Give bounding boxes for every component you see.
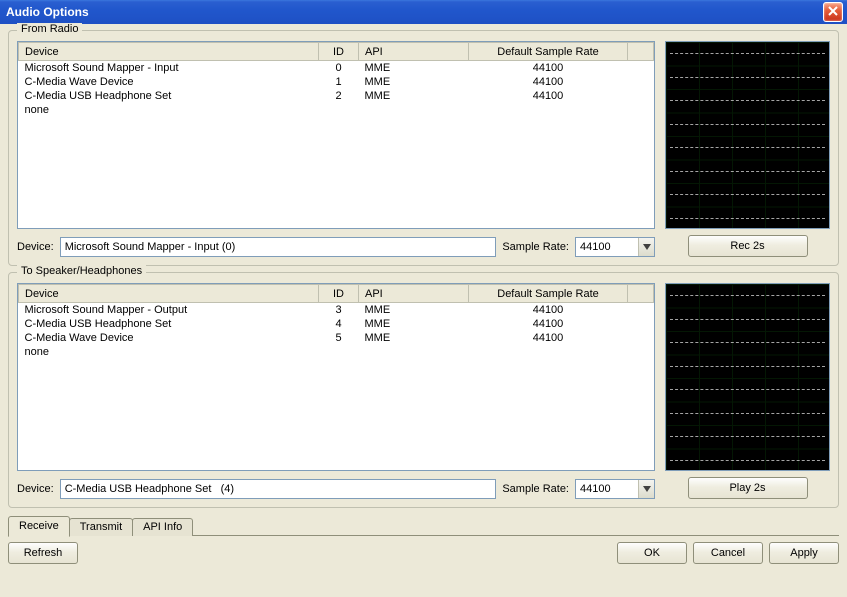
col-rate[interactable]: Default Sample Rate bbox=[469, 285, 628, 303]
cell-id: 0 bbox=[319, 61, 359, 76]
cell-api: MME bbox=[359, 75, 469, 89]
close-icon bbox=[828, 5, 838, 19]
tab-receive[interactable]: Receive bbox=[8, 516, 70, 537]
table-row[interactable]: C-Media Wave Device1MME44100 bbox=[19, 75, 654, 89]
cell-pad bbox=[628, 317, 654, 331]
col-pad[interactable] bbox=[628, 43, 654, 61]
cell-id: 1 bbox=[319, 75, 359, 89]
ok-button[interactable]: OK bbox=[617, 542, 687, 564]
chevron-down-icon bbox=[638, 480, 654, 498]
table-row[interactable]: C-Media USB Headphone Set4MME44100 bbox=[19, 317, 654, 331]
to-speaker-rate-value: 44100 bbox=[576, 480, 638, 498]
cell-api: MME bbox=[359, 89, 469, 103]
tab-transmit[interactable]: Transmit bbox=[69, 518, 133, 536]
window-title: Audio Options bbox=[6, 5, 89, 19]
cell-api: MME bbox=[359, 317, 469, 331]
from-radio-legend: From Radio bbox=[17, 23, 82, 35]
col-api[interactable]: API bbox=[359, 43, 469, 61]
cell-pad bbox=[628, 331, 654, 345]
from-radio-table: Device ID API Default Sample Rate Micros… bbox=[18, 42, 654, 117]
col-rate[interactable]: Default Sample Rate bbox=[469, 43, 628, 61]
close-button[interactable] bbox=[823, 2, 843, 22]
from-radio-waveform bbox=[665, 41, 830, 229]
table-row[interactable]: none bbox=[19, 345, 654, 359]
cell-rate bbox=[469, 103, 628, 117]
apply-button[interactable]: Apply bbox=[769, 542, 839, 564]
from-radio-rate-value: 44100 bbox=[576, 238, 638, 256]
chevron-down-icon bbox=[638, 238, 654, 256]
cell-rate: 44100 bbox=[469, 317, 628, 331]
cell-pad bbox=[628, 61, 654, 76]
titlebar: Audio Options bbox=[0, 0, 847, 24]
play-button[interactable]: Play 2s bbox=[688, 477, 808, 499]
cell-api: MME bbox=[359, 61, 469, 76]
to-speaker-table: Device ID API Default Sample Rate Micros… bbox=[18, 284, 654, 359]
table-row[interactable]: Microsoft Sound Mapper - Output3MME44100 bbox=[19, 303, 654, 318]
table-row[interactable]: C-Media Wave Device5MME44100 bbox=[19, 331, 654, 345]
col-id[interactable]: ID bbox=[319, 43, 359, 61]
cell-pad bbox=[628, 103, 654, 117]
cell-api bbox=[359, 103, 469, 117]
cell-id: 5 bbox=[319, 331, 359, 345]
from-radio-device-field[interactable] bbox=[60, 237, 497, 257]
cell-id bbox=[319, 103, 359, 117]
cell-device: none bbox=[19, 345, 319, 359]
cell-device: Microsoft Sound Mapper - Output bbox=[19, 303, 319, 318]
refresh-button[interactable]: Refresh bbox=[8, 542, 78, 564]
cell-pad bbox=[628, 75, 654, 89]
cell-device: C-Media Wave Device bbox=[19, 331, 319, 345]
rec-button[interactable]: Rec 2s bbox=[688, 235, 808, 257]
cell-pad bbox=[628, 345, 654, 359]
col-id[interactable]: ID bbox=[319, 285, 359, 303]
cell-pad bbox=[628, 89, 654, 103]
col-api[interactable]: API bbox=[359, 285, 469, 303]
from-radio-rate-combo[interactable]: 44100 bbox=[575, 237, 655, 257]
cell-rate: 44100 bbox=[469, 75, 628, 89]
col-device[interactable]: Device bbox=[19, 285, 319, 303]
to-speaker-group: To Speaker/Headphones Device ID API Defa… bbox=[8, 272, 839, 508]
cell-id: 4 bbox=[319, 317, 359, 331]
cell-device: C-Media Wave Device bbox=[19, 75, 319, 89]
cell-pad bbox=[628, 303, 654, 318]
cell-rate: 44100 bbox=[469, 61, 628, 76]
cell-device: C-Media USB Headphone Set bbox=[19, 317, 319, 331]
cell-api: MME bbox=[359, 331, 469, 345]
cell-api: MME bbox=[359, 303, 469, 318]
cell-rate: 44100 bbox=[469, 89, 628, 103]
to-speaker-legend: To Speaker/Headphones bbox=[17, 265, 146, 277]
cell-device: none bbox=[19, 103, 319, 117]
tabstrip: Receive Transmit API Info bbox=[8, 514, 839, 536]
cell-id bbox=[319, 345, 359, 359]
to-speaker-rate-label: Sample Rate: bbox=[502, 483, 569, 495]
table-row[interactable]: none bbox=[19, 103, 654, 117]
cell-id: 3 bbox=[319, 303, 359, 318]
to-speaker-waveform bbox=[665, 283, 830, 471]
col-device[interactable]: Device bbox=[19, 43, 319, 61]
tab-api-info[interactable]: API Info bbox=[132, 518, 193, 536]
to-speaker-device-list[interactable]: Device ID API Default Sample Rate Micros… bbox=[17, 283, 655, 471]
cell-api bbox=[359, 345, 469, 359]
from-radio-rate-label: Sample Rate: bbox=[502, 241, 569, 253]
to-speaker-device-label: Device: bbox=[17, 483, 54, 495]
table-row[interactable]: Microsoft Sound Mapper - Input0MME44100 bbox=[19, 61, 654, 76]
cell-rate: 44100 bbox=[469, 303, 628, 318]
from-radio-device-list[interactable]: Device ID API Default Sample Rate Micros… bbox=[17, 41, 655, 229]
cell-id: 2 bbox=[319, 89, 359, 103]
col-pad[interactable] bbox=[628, 285, 654, 303]
cell-rate: 44100 bbox=[469, 331, 628, 345]
cell-rate bbox=[469, 345, 628, 359]
cancel-button[interactable]: Cancel bbox=[693, 542, 763, 564]
table-row[interactable]: C-Media USB Headphone Set2MME44100 bbox=[19, 89, 654, 103]
from-radio-group: From Radio Device ID API Default Sample … bbox=[8, 30, 839, 266]
to-speaker-rate-combo[interactable]: 44100 bbox=[575, 479, 655, 499]
from-radio-device-label: Device: bbox=[17, 241, 54, 253]
to-speaker-device-field[interactable] bbox=[60, 479, 497, 499]
cell-device: Microsoft Sound Mapper - Input bbox=[19, 61, 319, 76]
cell-device: C-Media USB Headphone Set bbox=[19, 89, 319, 103]
